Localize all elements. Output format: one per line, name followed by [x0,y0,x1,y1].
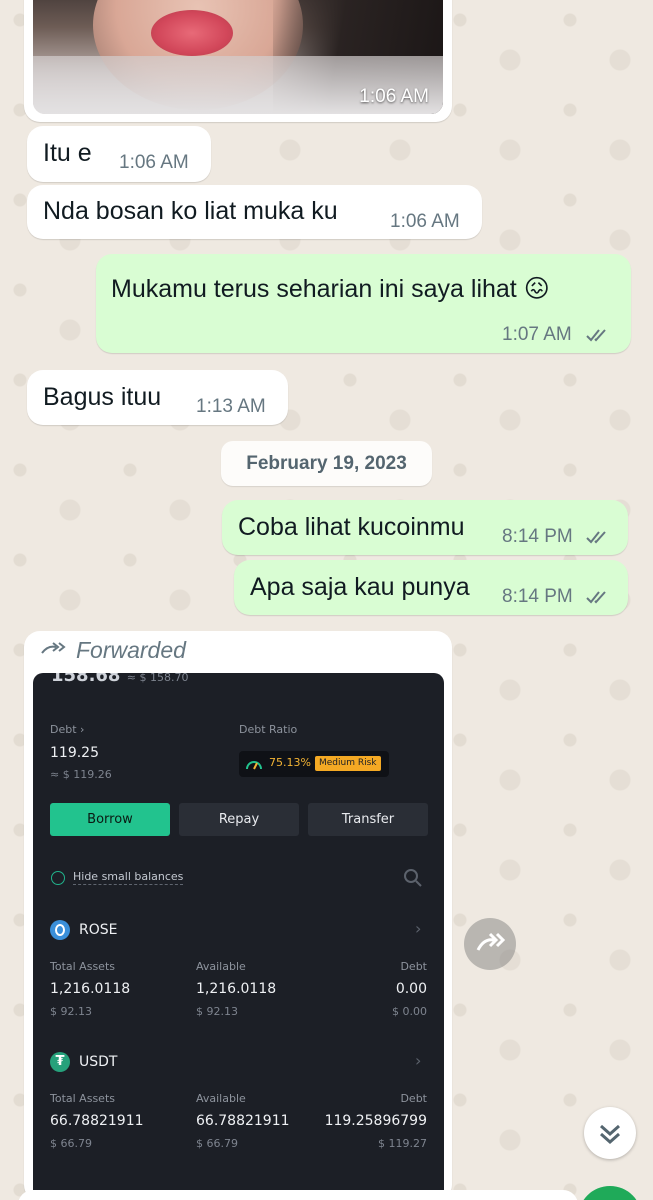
hide-small-balances-radio[interactable] [51,871,65,885]
coin-name[interactable]: USDT [79,1054,117,1070]
photo-image[interactable]: 1:06 AM [33,0,443,114]
message-text: Coba lihat kucoinmu [238,513,465,541]
message-time: 1:13 AM [196,396,266,417]
scroll-to-bottom-button[interactable] [584,1107,636,1159]
message-text: Apa saja kau punya [250,573,470,601]
outgoing-message[interactable]: Mukamu terus seharian ini saya lihat 😖 1… [96,254,631,353]
outgoing-message[interactable]: Coba lihat kucoinmu 8:14 PM [222,500,628,555]
incoming-message[interactable]: Itu e 1:06 AM [27,126,211,182]
coin-debt-label: Debt [400,960,427,973]
coin-debt-usd: $ 0.00 [392,1005,427,1018]
confounded-emoji-icon: 😖 [523,274,550,303]
total-assets-value: 1,216.0118 [50,981,131,997]
debt-ratio-box: 75.13% Medium Risk [239,751,389,777]
coin-debt-value: 119.25896799 [324,1113,427,1129]
double-check-icon [586,329,606,342]
total-value-usd: ≈ $ 158.70 [126,673,189,684]
message-input-bar[interactable] [18,1190,578,1200]
message-time: 1:07 AM [502,324,572,345]
chevron-right-icon[interactable]: › [415,1051,421,1070]
incoming-message[interactable]: Nda bosan ko liat muka ku 1:06 AM [27,185,482,239]
debt-usd: ≈ $ 119.26 [50,768,112,781]
total-value: 158.68 ≈ $ 158.70 [51,673,188,686]
forwarded-text: Forwarded [76,637,186,663]
coin-debt-value: 0.00 [395,981,427,997]
hide-small-balances-label[interactable]: Hide small balances [73,870,184,885]
debt-ratio-label: Debt Ratio [239,723,298,736]
usdt-coin-icon: ₮ [50,1052,70,1072]
kucoin-screenshot[interactable]: 158.68 ≈ $ 158.70 Debt › 119.25 ≈ $ 119.… [33,673,444,1193]
debt-ratio-value: 75.13% [269,756,311,769]
incoming-message[interactable]: Bagus ituu 1:13 AM [27,370,288,425]
borrow-button[interactable]: Borrow [50,803,170,836]
coin-name[interactable]: ROSE [79,922,117,938]
double-check-icon [586,531,606,544]
available-label: Available [196,960,246,973]
transfer-button[interactable]: Transfer [308,803,428,836]
date-separator: February 19, 2023 [221,441,432,486]
available-label: Available [196,1092,246,1105]
message-text-body: Mukamu terus seharian ini saya lihat [111,275,517,303]
chevron-double-down-icon [600,1124,620,1145]
debt-label-text: Debt [50,723,77,736]
coin-debt-usd: $ 119.27 [378,1137,427,1150]
photo-message[interactable]: 1:06 AM [24,0,452,122]
total-assets-label: Total Assets [50,960,115,973]
forwarded-image-message[interactable]: Forwarded 158.68 ≈ $ 158.70 Debt › 119.2… [24,631,452,1200]
chevron-right-icon[interactable]: › [415,919,421,938]
available-usd: $ 92.13 [196,1005,238,1018]
rose-coin-icon [50,920,70,940]
message-time: 1:06 AM [119,152,189,173]
message-text: Itu e [43,139,92,167]
coin-debt-label: Debt [400,1092,427,1105]
double-check-icon [586,591,606,604]
repay-button[interactable]: Repay [179,803,299,836]
forward-icon [41,641,66,654]
message-time: 1:06 AM [390,211,460,232]
available-usd: $ 66.79 [196,1137,238,1150]
risk-badge: Medium Risk [315,756,381,771]
total-assets-usd: $ 66.79 [50,1137,92,1150]
message-text: Nda bosan ko liat muka ku [43,197,338,225]
message-time: 1:06 AM [359,86,429,107]
message-time: 8:14 PM [502,586,573,607]
forwarded-label: Forwarded [40,637,186,664]
available-value: 66.78821911 [196,1113,290,1129]
forward-icon [476,932,506,951]
search-icon[interactable] [403,868,423,888]
total-assets-label: Total Assets [50,1092,115,1105]
message-time: 8:14 PM [502,526,573,547]
available-value: 1,216.0118 [196,981,277,997]
message-text: Bagus ituu [43,383,162,411]
total-assets-usd: $ 92.13 [50,1005,92,1018]
debt-value: 119.25 [50,745,99,761]
total-assets-value: 66.78821911 [50,1113,144,1129]
total-value-number: 158.68 [51,673,121,686]
gauge-icon [246,761,262,770]
photo-lips [151,10,233,56]
forward-button[interactable] [464,918,516,970]
outgoing-message[interactable]: Apa saja kau punya 8:14 PM [234,560,628,615]
debt-label: Debt › [50,723,85,736]
message-text: Mukamu terus seharian ini saya lihat 😖 [111,274,550,304]
